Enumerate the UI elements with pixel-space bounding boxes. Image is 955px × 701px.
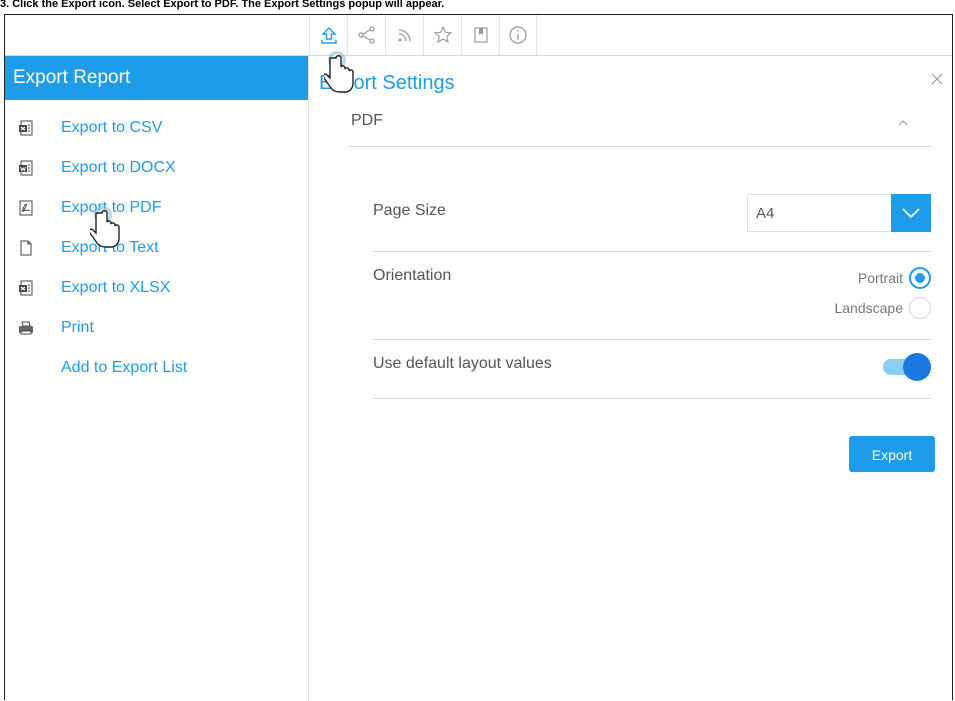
menu-item-export-pdf[interactable]: Export to PDF (5, 188, 308, 228)
report-toolbar (309, 15, 537, 55)
menu-item-export-csv[interactable]: Export to CSV (5, 108, 308, 148)
page-size-select[interactable]: A4 (747, 194, 931, 232)
toggle-knob (903, 353, 931, 381)
menu-item-export-docx[interactable]: Export to DOCX (5, 148, 308, 188)
default-layout-row: Use default layout values (373, 339, 931, 399)
export-sidebar: Export Report Export to CSV Export to DO… (5, 56, 309, 701)
close-icon (931, 73, 943, 85)
menu-item-print[interactable]: Print (5, 308, 308, 348)
page-size-value: A4 (756, 205, 775, 222)
text-file-icon (17, 239, 35, 257)
default-layout-label: Use default layout values (373, 355, 552, 372)
export-settings-panel: Export Settings PDF Page Size A4 Orienta… (309, 56, 952, 701)
pdf-file-icon (17, 199, 35, 217)
menu-item-export-text[interactable]: Export to Text (5, 228, 308, 268)
menu-item-label: Export to PDF (61, 199, 162, 216)
printer-icon (17, 319, 35, 337)
menu-item-label: Export to DOCX (61, 159, 176, 176)
radio-label: Landscape (834, 300, 903, 316)
toolbar-bookmark-button[interactable] (461, 15, 499, 55)
chevron-up-icon[interactable] (897, 116, 909, 134)
export-button[interactable]: Export (849, 436, 935, 472)
export-icon (320, 27, 337, 44)
share-icon (357, 26, 375, 44)
rss-icon (398, 29, 411, 42)
orientation-label: Orientation (373, 267, 452, 284)
sidebar-title: Export Report (5, 56, 308, 100)
menu-item-add-to-export-list[interactable]: Add to Export List (5, 348, 308, 388)
chevron-down-icon[interactable] (891, 194, 931, 232)
toolbar-favourite-button[interactable] (423, 15, 461, 55)
toolbar-rss-button[interactable] (385, 15, 423, 55)
portrait-radio[interactable] (909, 267, 931, 289)
orientation-row: Orientation Portrait Landscape (373, 251, 931, 340)
menu-item-label: Export to XLSX (61, 279, 171, 296)
menu-item-label: Print (61, 319, 94, 336)
toolbar-share-button[interactable] (347, 15, 385, 55)
menu-item-label: Add to Export List (61, 359, 188, 376)
page-size-label: Page Size (373, 202, 446, 219)
xlsx-file-icon (17, 279, 35, 297)
csv-file-icon (17, 119, 35, 137)
default-layout-toggle[interactable] (883, 353, 931, 381)
toolbar-info-button[interactable] (499, 15, 537, 55)
page-size-row: Page Size A4 (373, 180, 931, 252)
menu-item-export-xlsx[interactable]: Export to XLSX (5, 268, 308, 308)
pdf-section-header[interactable]: PDF (349, 110, 931, 147)
export-menu: Export to CSV Export to DOCX Export to P… (5, 108, 308, 388)
radio-option-portrait[interactable]: Portrait (858, 267, 931, 289)
radio-option-landscape[interactable]: Landscape (834, 297, 931, 319)
panel-title: Export Settings (319, 72, 455, 94)
star-icon (433, 25, 452, 44)
bookmark-icon (473, 27, 488, 43)
menu-item-label: Export to CSV (61, 119, 163, 136)
radio-label: Portrait (857, 270, 903, 286)
close-button[interactable] (928, 70, 946, 88)
app-window: Export Report Export to CSV Export to DO… (4, 14, 953, 701)
section-title: PDF (351, 112, 383, 129)
toolbar-export-button[interactable] (309, 15, 347, 55)
landscape-radio[interactable] (909, 297, 931, 319)
info-icon (509, 26, 527, 44)
instruction-caption: 3. Click the Export icon. Select Export … (0, 0, 445, 10)
docx-file-icon (17, 159, 35, 177)
menu-item-label: Export to Text (61, 239, 159, 256)
